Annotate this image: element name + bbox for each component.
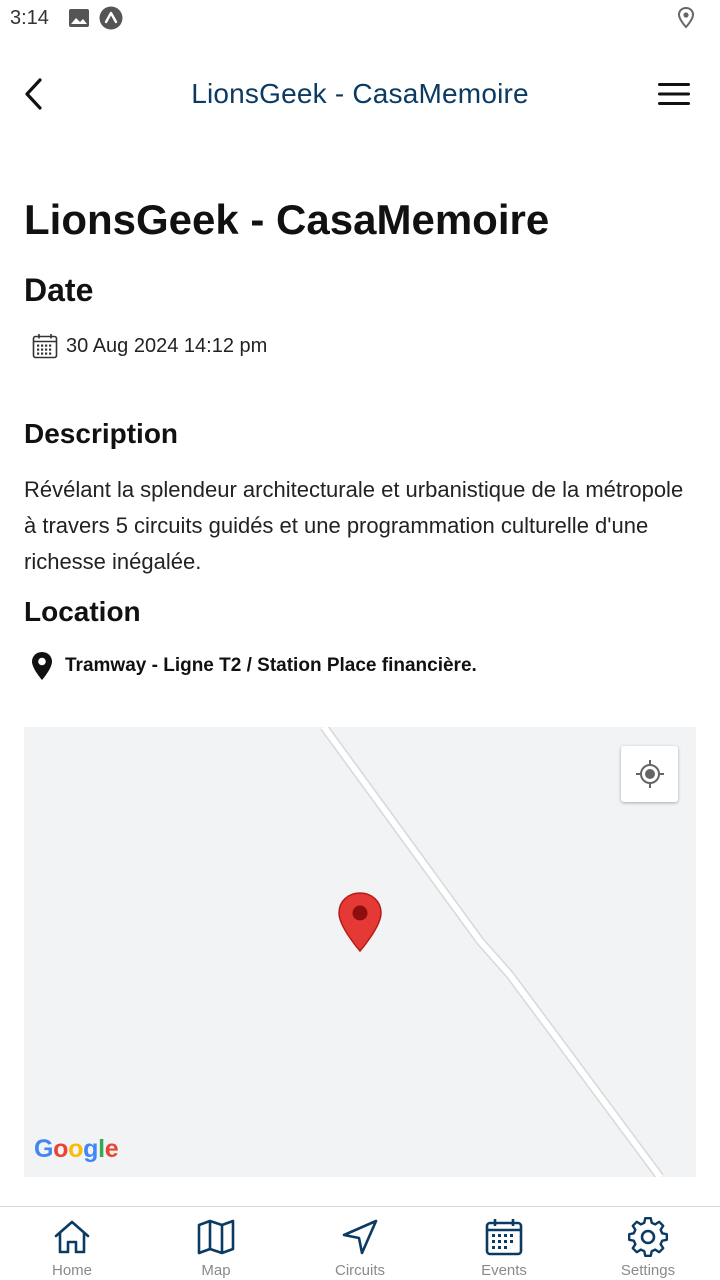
nav-item-map[interactable]: Map <box>144 1207 288 1280</box>
map-icon <box>197 1219 235 1255</box>
app-notification-icon <box>99 6 123 30</box>
nav-label-settings: Settings <box>620 1262 676 1279</box>
gear-icon <box>628 1217 668 1257</box>
nav-label-home: Home <box>51 1262 92 1279</box>
calendar-icon <box>32 334 58 359</box>
menu-button[interactable] <box>650 72 698 116</box>
description-text: Révélant la splendeur architecturale et … <box>24 477 684 574</box>
header-title: LionsGeek - CasaMemoire <box>191 78 529 109</box>
map-pin-icon <box>32 652 52 680</box>
status-bar: 3:14 <box>0 0 720 38</box>
location-icon <box>677 6 695 29</box>
nav-label-events: Events <box>481 1262 527 1279</box>
crosshair-location-icon <box>635 760 664 788</box>
map-marker-icon[interactable] <box>337 891 383 953</box>
status-time: 3:14 <box>10 7 49 29</box>
map-view[interactable]: Google <box>24 727 696 1177</box>
nav-item-circuits[interactable]: Circuits <box>288 1207 432 1280</box>
back-button[interactable] <box>12 72 56 116</box>
event-date: 30 Aug 2024 14:12 pm <box>66 334 268 357</box>
gallery-icon <box>69 9 89 27</box>
event-title: LionsGeek - CasaMemoire <box>24 196 550 243</box>
calendar-icon <box>485 1219 523 1256</box>
home-icon <box>54 1220 90 1254</box>
nav-item-home[interactable]: Home <box>0 1207 144 1280</box>
app-header: LionsGeek - CasaMemoire <box>0 58 720 130</box>
bottom-navigation: Home Map Circuits Events Settings <box>0 1206 720 1280</box>
event-detail-screen: 3:14 LionsGeek - CasaMemoire LionsGeek -… <box>0 0 720 1280</box>
nav-label-map: Map <box>201 1262 231 1279</box>
google-logo: Google <box>34 1135 119 1163</box>
location-text: Tramway - Ligne T2 / Station Place finan… <box>65 655 477 676</box>
event-content: LionsGeek - CasaMemoire Date 30 Aug 2024… <box>24 190 696 682</box>
nav-item-events[interactable]: Events <box>432 1207 576 1280</box>
my-location-button[interactable] <box>621 746 678 802</box>
navigation-arrow-icon <box>342 1219 378 1255</box>
nav-item-settings[interactable]: Settings <box>576 1207 720 1280</box>
date-row: 30 Aug 2024 14:12 pm <box>24 330 696 362</box>
date-heading: Date <box>24 272 94 308</box>
location-row: Tramway - Ligne T2 / Station Place finan… <box>24 650 696 682</box>
nav-label-circuits: Circuits <box>334 1262 385 1279</box>
description-heading: Description <box>24 418 179 449</box>
location-heading: Location <box>24 596 141 627</box>
chevron-left-icon <box>25 78 42 110</box>
hamburger-menu-icon <box>658 83 690 105</box>
